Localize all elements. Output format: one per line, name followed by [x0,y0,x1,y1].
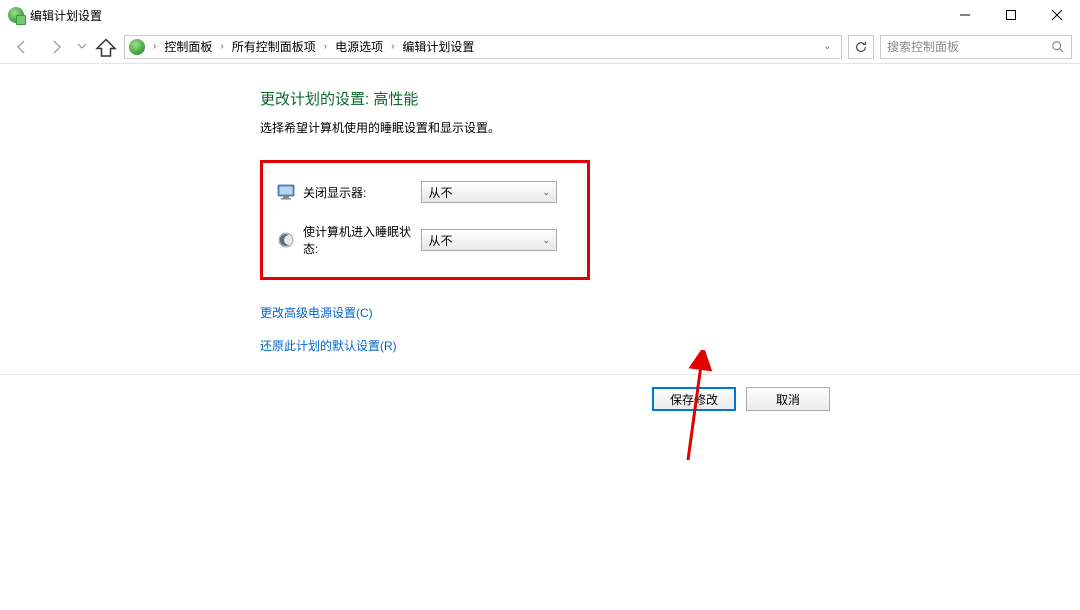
maximize-button[interactable] [988,0,1034,30]
save-button[interactable]: 保存修改 [652,387,736,411]
address-icon [129,39,145,55]
setting-row-display: 关闭显示器: 从不 ⌄ [277,181,557,203]
minimize-button[interactable] [942,0,988,30]
up-button[interactable] [94,35,118,59]
breadcrumb-item[interactable]: 控制面板 [162,38,214,55]
crumb-sep-icon: › [387,41,398,52]
chevron-down-icon: ⌄ [542,187,550,198]
search-placeholder: 搜索控制面板 [887,38,959,55]
window-title: 编辑计划设置 [30,7,102,24]
combo-value: 从不 [428,184,452,201]
page-description: 选择希望计算机使用的睡眠设置和显示设置。 [260,119,1080,136]
cancel-button[interactable]: 取消 [746,387,830,411]
sleep-label: 使计算机进入睡眠状态: [303,223,413,257]
search-icon [1051,40,1065,54]
highlighted-settings: 关闭显示器: 从不 ⌄ 使计算机进入睡眠状态: 从不 ⌄ [260,160,590,280]
crumb-sep-icon: › [320,41,331,52]
setting-row-sleep: 使计算机进入睡眠状态: 从不 ⌄ [277,223,557,257]
breadcrumb-item[interactable]: 所有控制面板项 [230,38,318,55]
close-button[interactable] [1034,0,1080,30]
address-bar[interactable]: › 控制面板 › 所有控制面板项 › 电源选项 › 编辑计划设置 ⌄ [124,35,842,59]
display-off-label: 关闭显示器: [303,184,413,201]
breadcrumb-item[interactable]: 编辑计划设置 [400,38,476,55]
display-off-combo[interactable]: 从不 ⌄ [421,181,557,203]
window-controls [942,0,1080,30]
combo-value: 从不 [428,232,452,249]
forward-button[interactable] [42,33,70,61]
crumb-sep-icon: › [216,41,227,52]
titlebar: 编辑计划设置 [0,0,1080,30]
moon-icon [277,231,295,249]
restore-defaults-link[interactable]: 还原此计划的默认设置(R) [260,337,1080,354]
power-plan-icon [8,7,24,23]
crumb-sep-icon: › [149,41,160,52]
history-dropdown[interactable] [76,44,88,49]
navbar: › 控制面板 › 所有控制面板项 › 电源选项 › 编辑计划设置 ⌄ 搜索控制面… [0,30,1080,64]
search-input[interactable]: 搜索控制面板 [880,35,1072,59]
chevron-down-icon: ⌄ [542,235,550,246]
monitor-icon [277,183,295,201]
content: 更改计划的设置: 高性能 选择希望计算机使用的睡眠设置和显示设置。 关闭显示器:… [0,64,1080,354]
sleep-combo[interactable]: 从不 ⌄ [421,229,557,251]
back-button[interactable] [8,33,36,61]
breadcrumb-item[interactable]: 电源选项 [333,38,385,55]
chevron-down-icon[interactable]: ⌄ [817,41,837,52]
page-title: 更改计划的设置: 高性能 [260,88,1080,109]
advanced-settings-link[interactable]: 更改高级电源设置(C) [260,304,1080,321]
footer: 保存修改 取消 [0,375,1080,411]
refresh-button[interactable] [848,35,874,59]
